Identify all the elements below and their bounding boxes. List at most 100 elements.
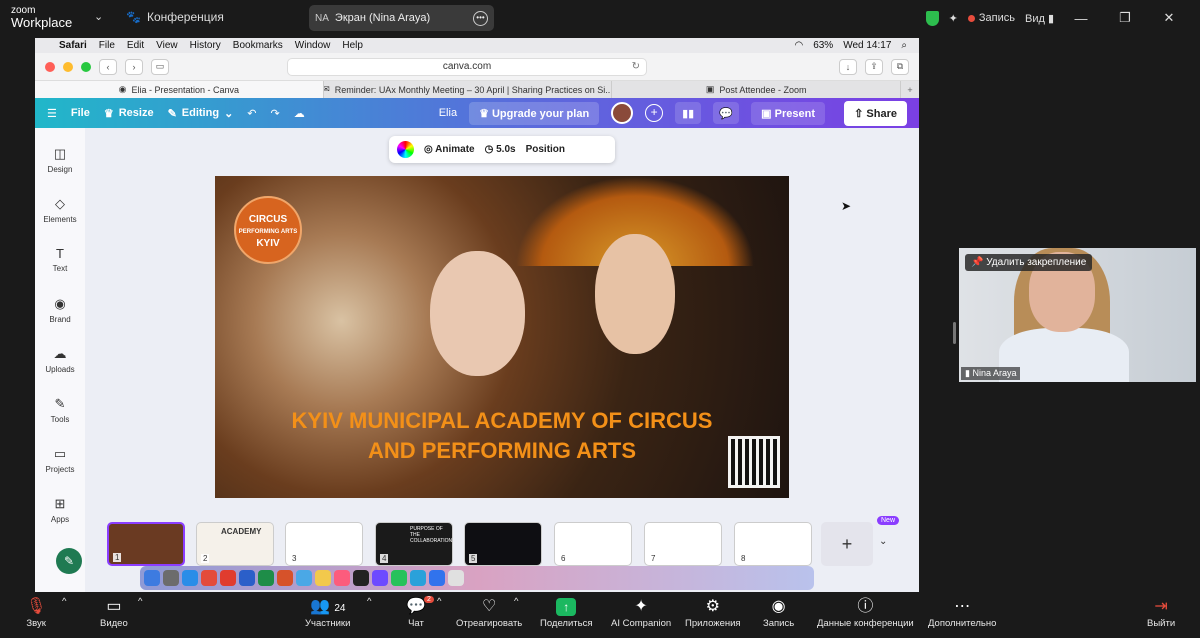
clock[interactable]: Wed 14:17 xyxy=(843,40,891,51)
share-screen-button[interactable]: ↑ Поделиться xyxy=(540,596,592,629)
unpin-button[interactable]: 📌 Удалить закрепление xyxy=(965,254,1093,271)
restore-button[interactable]: ❐ xyxy=(1108,10,1142,26)
wifi-icon[interactable]: ◠ xyxy=(794,40,803,51)
zoom-dock-icon[interactable] xyxy=(429,570,445,586)
tab-gmail[interactable]: ✉ Reminder: UAx Monthly Meeting – 30 Apri… xyxy=(324,81,613,98)
share-sheet-icon[interactable]: ⇪ xyxy=(865,58,883,75)
file-menu[interactable]: File xyxy=(71,107,90,119)
view-button[interactable]: Вид ▮ xyxy=(1025,12,1054,25)
animate-button[interactable]: ◎ Animate xyxy=(424,144,475,155)
upgrade-plan-button[interactable]: ♛ Upgrade your plan xyxy=(469,101,600,125)
notes-icon[interactable] xyxy=(315,570,331,586)
panel-resize-handle[interactable] xyxy=(953,322,956,344)
editing-mode-dropdown[interactable]: ✎ Editing ⌄ xyxy=(168,107,234,120)
redo-icon[interactable]: ↷ xyxy=(271,107,280,120)
tab-canva[interactable]: ◉ Elia - Presentation - Canva xyxy=(35,81,324,98)
reload-icon[interactable]: ↻ xyxy=(632,61,640,72)
page-thumbnail-6[interactable]: 6 xyxy=(554,522,632,566)
more-button[interactable]: ⋯ Дополнительно xyxy=(928,596,996,629)
menu-help[interactable]: Help xyxy=(342,40,363,51)
page-thumbnail-3[interactable]: 3 xyxy=(285,522,363,566)
hamburger-menu-icon[interactable]: ☰ xyxy=(47,107,57,120)
finder-icon[interactable] xyxy=(144,570,160,586)
cloud-save-icon[interactable]: ☁ xyxy=(294,107,305,120)
add-collaborator-button[interactable]: + xyxy=(645,104,664,122)
leave-button[interactable]: ⇥ Выйти xyxy=(1147,596,1175,629)
comment-icon[interactable]: 💬 xyxy=(713,102,740,124)
react-button[interactable]: ♡ Отреагировать xyxy=(456,596,522,629)
page-thumbnail-2[interactable]: ACADEMY 2 xyxy=(196,522,274,566)
record-button[interactable]: ◉ Запись xyxy=(763,596,794,629)
sidebar-item-tools[interactable]: ✎ Tools xyxy=(35,396,85,424)
powerpoint-icon[interactable] xyxy=(277,570,293,586)
more-options-icon[interactable]: ••• xyxy=(473,10,488,26)
chat-options-caret[interactable]: ^ xyxy=(437,596,441,607)
ai-companion-button[interactable]: ✦ AI Companion xyxy=(611,596,671,629)
excel-icon[interactable] xyxy=(258,570,274,586)
tv-icon[interactable] xyxy=(353,570,369,586)
sidebar-item-elements[interactable]: ◇ Elements xyxy=(35,196,85,224)
document-title[interactable]: Elia xyxy=(439,107,457,119)
zoom-window-icon[interactable] xyxy=(81,61,91,72)
forward-button[interactable]: › xyxy=(125,58,143,75)
security-shield-icon[interactable] xyxy=(925,10,939,26)
back-button[interactable]: ‹ xyxy=(99,58,117,75)
minimize-window-icon[interactable] xyxy=(63,61,73,72)
telegram-icon[interactable] xyxy=(410,570,426,586)
menu-view[interactable]: View xyxy=(156,40,178,51)
whatsapp-icon[interactable] xyxy=(391,570,407,586)
launchpad-icon[interactable] xyxy=(163,570,179,586)
meeting-info-button[interactable]: ⓘ Данные конференции xyxy=(817,596,914,629)
address-bar[interactable]: canva.com ↻ xyxy=(287,57,647,76)
video-button[interactable]: ▭ Видео xyxy=(100,596,128,629)
menu-history[interactable]: History xyxy=(190,40,221,51)
minimize-button[interactable]: — xyxy=(1064,11,1098,26)
close-window-icon[interactable] xyxy=(45,61,55,72)
page-thumbnail-5[interactable]: 5 xyxy=(464,522,542,566)
search-icon[interactable]: ⌕ xyxy=(901,40,907,51)
sidebar-item-uploads[interactable]: ☁ Uploads xyxy=(35,346,85,374)
add-page-button[interactable]: + xyxy=(821,522,873,566)
music-icon[interactable] xyxy=(334,570,350,586)
edit-pencil-button[interactable]: ✎ xyxy=(56,548,82,574)
mail-icon[interactable] xyxy=(296,570,312,586)
conference-menu[interactable]: 🐾 Конференция xyxy=(126,10,224,24)
recording-indicator[interactable]: Запись xyxy=(967,12,1015,24)
close-button[interactable]: ✕ xyxy=(1152,10,1186,26)
tab-zoom[interactable]: ▣ Post Attendee - Zoom xyxy=(612,81,902,98)
apps-button[interactable]: ⚙ Приложения xyxy=(685,596,741,629)
page-thumbnail-4[interactable]: PURPOSE OF THE COLLABORATION 4 xyxy=(375,522,453,566)
chevron-down-icon[interactable]: ⌄ xyxy=(879,536,887,547)
page-thumbnail-8[interactable]: 8 xyxy=(734,522,812,566)
battery-level[interactable]: 63% xyxy=(813,40,833,51)
sidebar-item-apps[interactable]: ⊞ Apps xyxy=(35,496,85,524)
sidebar-item-design[interactable]: ◫ Design xyxy=(35,146,85,174)
slide-canvas[interactable]: CIRCUS PERFORMING ARTS KYIV KYIV MUNICIP… xyxy=(215,176,789,498)
mute-button[interactable]: 🎙 Звук xyxy=(26,596,46,629)
duration-button[interactable]: ◷ 5.0s xyxy=(485,144,516,155)
trash-icon[interactable] xyxy=(448,570,464,586)
ai-sparkle-icon[interactable]: ✦ xyxy=(949,12,958,25)
analytics-icon[interactable]: ▮▮ xyxy=(675,102,702,124)
page-thumbnail-1[interactable]: 1 xyxy=(107,522,185,566)
audio-options-caret[interactable]: ^ xyxy=(62,596,66,607)
react-options-caret[interactable]: ^ xyxy=(514,596,518,607)
color-wheel-icon[interactable] xyxy=(397,141,414,158)
sidebar-item-projects[interactable]: ▭ Projects xyxy=(35,446,85,474)
new-tab-button[interactable]: + xyxy=(901,81,919,98)
download-icon[interactable]: ↓ xyxy=(839,58,857,75)
page-thumbnail-7[interactable]: 7 xyxy=(644,522,722,566)
participant-video[interactable]: 📌 Удалить закрепление ▮ Nina Araya xyxy=(959,248,1196,382)
word-icon[interactable] xyxy=(239,570,255,586)
share-button[interactable]: ⇧ Share xyxy=(844,100,907,126)
position-button[interactable]: Position xyxy=(526,144,565,155)
chrome-icon[interactable] xyxy=(201,570,217,586)
opera-icon[interactable] xyxy=(220,570,236,586)
undo-icon[interactable]: ↶ xyxy=(247,107,256,120)
screen-share-indicator[interactable]: NA Экран (Nina Araya) ••• xyxy=(309,5,494,31)
menu-window[interactable]: Window xyxy=(295,40,331,51)
menu-safari[interactable]: Safari xyxy=(59,40,87,51)
safari-icon[interactable] xyxy=(182,570,198,586)
present-button[interactable]: ▣ Present xyxy=(751,101,825,125)
chevron-down-icon[interactable]: ⌄ xyxy=(94,10,103,23)
